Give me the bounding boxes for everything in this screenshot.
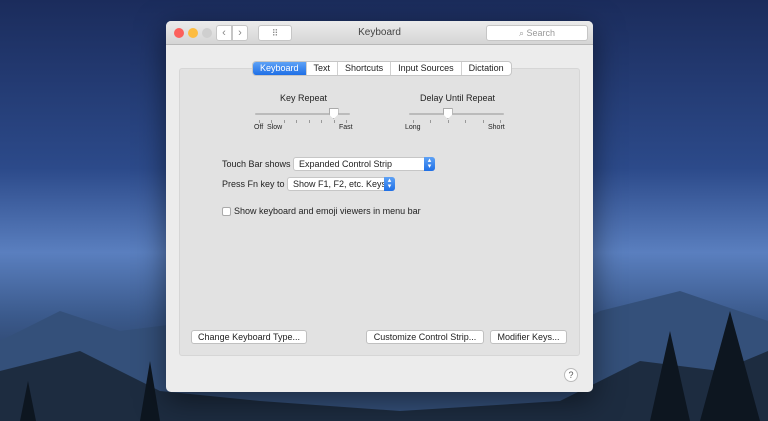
tab-keyboard[interactable]: Keyboard xyxy=(253,62,307,75)
slider-tick xyxy=(430,120,432,123)
delay-until-repeat-label: Delay Until Repeat xyxy=(420,93,496,103)
slider-tick xyxy=(321,120,323,123)
slider-tick xyxy=(308,120,310,123)
fn-key-select[interactable]: Show F1, F2, etc. Keys ▴ ▾ xyxy=(287,177,395,191)
slider-tick xyxy=(482,120,484,123)
delay-long-label: Long xyxy=(405,124,421,131)
delay-short-label: Short xyxy=(488,124,505,131)
tab-input-sources[interactable]: Input Sources xyxy=(391,62,462,75)
key-repeat-fast-label: Fast xyxy=(339,124,353,131)
tab-dictation[interactable]: Dictation xyxy=(462,62,511,75)
touch-bar-value: Expanded Control Strip xyxy=(299,159,393,169)
help-button[interactable]: ? xyxy=(564,368,578,382)
touch-bar-select[interactable]: Expanded Control Strip ▴ ▾ xyxy=(293,157,435,171)
customize-control-strip-button[interactable]: Customize Control Strip... xyxy=(366,330,484,344)
key-repeat-slider[interactable] xyxy=(255,108,350,123)
key-repeat-slow-label: Slow xyxy=(267,124,283,131)
viewers-checkbox-label[interactable]: Show keyboard and emoji viewers in menu … xyxy=(234,206,421,216)
slider-tick xyxy=(346,120,347,123)
slider-tick xyxy=(447,120,449,123)
chevron-updown-icon: ▴ ▾ xyxy=(424,157,435,171)
tab-shortcuts[interactable]: Shortcuts xyxy=(338,62,392,75)
slider-tick xyxy=(500,120,501,123)
search-placeholder: Search xyxy=(526,28,556,38)
keyboard-preferences-window: ‹ › ⠿ Keyboard ⌕ Search Keyboard Text Sh… xyxy=(166,21,593,392)
fn-key-label: Press Fn key to xyxy=(222,179,285,189)
search-input[interactable]: ⌕ Search xyxy=(486,25,588,41)
slider-tick xyxy=(283,120,285,123)
slider-tick xyxy=(271,120,273,123)
chevron-updown-icon: ▴ ▾ xyxy=(384,177,395,191)
slider-tick xyxy=(413,120,414,123)
slider-tick xyxy=(333,120,335,123)
change-keyboard-type-button[interactable]: Change Keyboard Type... xyxy=(191,330,307,344)
slider-tick xyxy=(465,120,467,123)
search-icon: ⌕ xyxy=(518,28,527,38)
title-bar: ‹ › ⠿ Keyboard ⌕ Search xyxy=(166,21,593,45)
slider-tick xyxy=(296,120,298,123)
viewers-checkbox[interactable] xyxy=(222,207,231,216)
fn-key-value: Show F1, F2, etc. Keys xyxy=(293,179,387,189)
key-repeat-off-label: Off xyxy=(254,124,264,131)
tab-text[interactable]: Text xyxy=(307,62,339,75)
tab-bar: Keyboard Text Shortcuts Input Sources Di… xyxy=(252,61,512,76)
key-repeat-label: Key Repeat xyxy=(280,93,328,103)
delay-until-repeat-slider[interactable] xyxy=(409,108,504,123)
modifier-keys-button[interactable]: Modifier Keys... xyxy=(490,330,567,344)
touch-bar-label: Touch Bar shows xyxy=(222,159,291,169)
slider-tick xyxy=(259,120,260,123)
